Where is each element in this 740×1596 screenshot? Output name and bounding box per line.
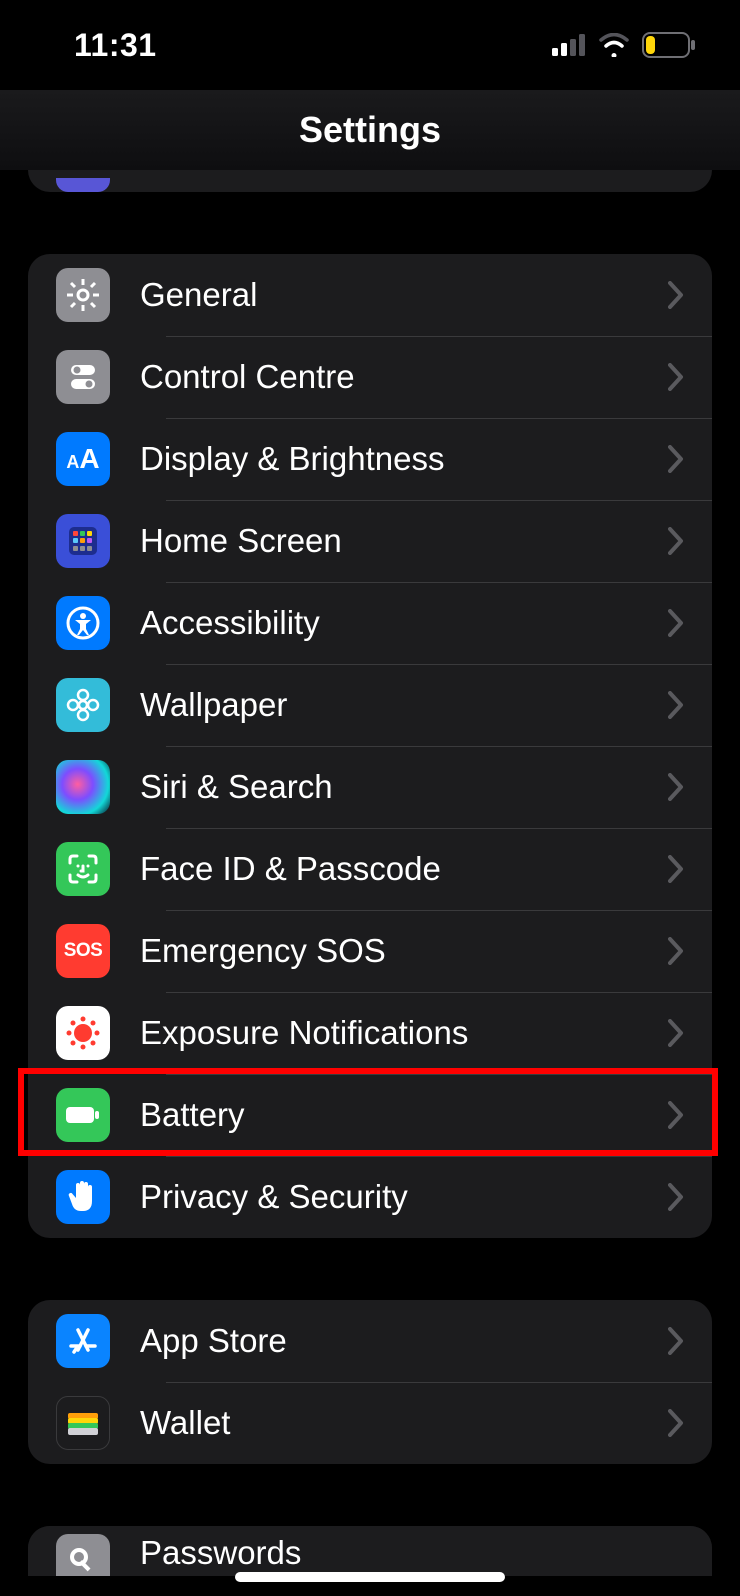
- text-size-icon: AA: [56, 432, 110, 486]
- row-label: Siri & Search: [140, 768, 668, 806]
- key-icon: [56, 1534, 110, 1576]
- faceid-icon: [56, 842, 110, 896]
- row-partial-top[interactable]: [28, 170, 712, 192]
- row-display[interactable]: AA Display & Brightness: [28, 418, 712, 500]
- row-accessibility[interactable]: Accessibility: [28, 582, 712, 664]
- row-app-store[interactable]: App Store: [28, 1300, 712, 1382]
- hand-icon: [56, 1170, 110, 1224]
- row-passwords-partial[interactable]: Passwords: [28, 1526, 712, 1576]
- row-battery[interactable]: Battery: [28, 1074, 712, 1156]
- chevron-right-icon: [668, 1409, 684, 1437]
- row-label: App Store: [140, 1322, 668, 1360]
- chevron-right-icon: [668, 363, 684, 391]
- battery-icon: [56, 1088, 110, 1142]
- settings-group-partial-top: [28, 170, 712, 192]
- status-bar: 11:31: [0, 0, 740, 90]
- row-label: Face ID & Passcode: [140, 850, 668, 888]
- row-exposure[interactable]: Exposure Notifications: [28, 992, 712, 1074]
- row-control-centre[interactable]: Control Centre: [28, 336, 712, 418]
- chevron-right-icon: [668, 691, 684, 719]
- row-label: Accessibility: [140, 604, 668, 642]
- row-label: Battery: [140, 1096, 668, 1134]
- row-label: Exposure Notifications: [140, 1014, 668, 1052]
- gear-icon: [56, 268, 110, 322]
- chevron-right-icon: [668, 1101, 684, 1129]
- chevron-right-icon: [668, 773, 684, 801]
- chevron-right-icon: [668, 1183, 684, 1211]
- siri-icon: [56, 760, 110, 814]
- chevron-right-icon: [668, 281, 684, 309]
- row-label: General: [140, 276, 668, 314]
- row-wallet[interactable]: Wallet: [28, 1382, 712, 1464]
- flower-icon: [56, 678, 110, 732]
- chevron-right-icon: [668, 445, 684, 473]
- row-label: Wallet: [140, 1404, 668, 1442]
- wifi-icon: [598, 33, 630, 57]
- chevron-right-icon: [668, 1019, 684, 1047]
- chevron-right-icon: [668, 609, 684, 637]
- row-siri[interactable]: Siri & Search: [28, 746, 712, 828]
- home-indicator[interactable]: [235, 1572, 505, 1582]
- appstore-icon: [56, 1314, 110, 1368]
- row-label: Privacy & Security: [140, 1178, 668, 1216]
- exposure-icon: [56, 1006, 110, 1060]
- battery-status-icon: [642, 32, 696, 58]
- chevron-right-icon: [668, 855, 684, 883]
- page-title: Settings: [299, 109, 441, 151]
- status-time: 11:31: [74, 27, 157, 64]
- settings-group-2: App Store Wallet: [28, 1300, 712, 1464]
- settings-group-1: General Control Centre AA Display & Brig…: [28, 254, 712, 1238]
- row-general[interactable]: General: [28, 254, 712, 336]
- row-label: Display & Brightness: [140, 440, 668, 478]
- row-label: Emergency SOS: [140, 932, 668, 970]
- row-wallpaper[interactable]: Wallpaper: [28, 664, 712, 746]
- row-faceid[interactable]: Face ID & Passcode: [28, 828, 712, 910]
- row-label: Wallpaper: [140, 686, 668, 724]
- row-privacy[interactable]: Privacy & Security: [28, 1156, 712, 1238]
- row-label: Home Screen: [140, 522, 668, 560]
- row-label: Passwords: [140, 1534, 301, 1572]
- row-home-screen[interactable]: Home Screen: [28, 500, 712, 582]
- row-label: Control Centre: [140, 358, 668, 396]
- nav-bar: Settings: [0, 90, 740, 170]
- partial-icon: [56, 178, 110, 192]
- chevron-right-icon: [668, 1327, 684, 1355]
- row-sos[interactable]: SOS Emergency SOS: [28, 910, 712, 992]
- chevron-right-icon: [668, 527, 684, 555]
- status-indicators: [552, 32, 696, 58]
- chevron-right-icon: [668, 937, 684, 965]
- sos-icon: SOS: [56, 924, 110, 978]
- switches-icon: [56, 350, 110, 404]
- settings-group-3-partial: Passwords: [28, 1526, 712, 1576]
- accessibility-icon: [56, 596, 110, 650]
- screen: 11:31 Settings: [0, 0, 740, 1596]
- cellular-icon: [552, 34, 586, 56]
- home-grid-icon: [56, 514, 110, 568]
- wallet-icon: [56, 1396, 110, 1450]
- settings-content[interactable]: General Control Centre AA Display & Brig…: [0, 170, 740, 1596]
